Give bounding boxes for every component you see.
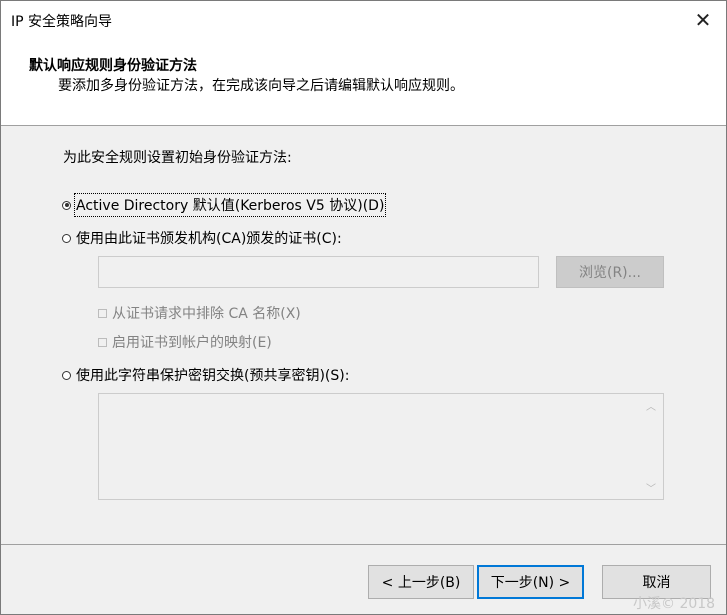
close-icon[interactable]: ✕ [680, 1, 726, 39]
checkbox-cert-mapping [98, 337, 107, 347]
intro-text: 为此安全规则设置初始身份验证方法: [63, 150, 292, 166]
wizard-header: 默认响应规则身份验证方法 要添加多身份验证方法，在完成该向导之后请编辑默认响应规… [1, 39, 726, 126]
back-button[interactable]: < 上一步(B) [368, 565, 474, 599]
check-exclude-ca: 从证书请求中排除 CA 名称(X) [98, 303, 301, 323]
scroll-down-icon: ﹀ [646, 484, 656, 495]
page-title: 默认响应规则身份验证方法 [29, 58, 197, 74]
option-active-directory-label[interactable]: Active Directory 默认值(Kerberos V5 协议)(D) [73, 193, 387, 217]
window-title: IP 安全策略向导 [11, 14, 113, 30]
footer-divider [1, 544, 726, 545]
radio-certificate[interactable] [62, 233, 71, 243]
radio-active-directory[interactable] [62, 200, 71, 210]
option-certificate-label[interactable]: 使用由此证书颁发机构(CA)颁发的证书(C): [76, 228, 342, 248]
page-subtitle: 要添加多身份验证方法，在完成该向导之后请编辑默认响应规则。 [58, 78, 464, 94]
option-active-directory[interactable]: Active Directory 默认值(Kerberos V5 协议)(D) [62, 193, 387, 217]
option-preshared-key-label[interactable]: 使用此字符串保护密钥交换(预共享密钥)(S): [76, 365, 349, 385]
preshared-key-field: ︿ ﹀ [98, 393, 664, 500]
checkbox-exclude-ca [98, 308, 107, 318]
title-bar: IP 安全策略向导 ✕ [1, 1, 726, 39]
radio-preshared-key[interactable] [62, 370, 71, 380]
check-cert-mapping: 启用证书到帐户的映射(E) [98, 332, 272, 352]
certificate-field [98, 256, 539, 288]
option-preshared-key[interactable]: 使用此字符串保护密钥交换(预共享密钥)(S): [62, 365, 349, 385]
wizard-window: IP 安全策略向导 ✕ 默认响应规则身份验证方法 要添加多身份验证方法，在完成该… [0, 0, 727, 615]
watermark: 小溪© 2018 [633, 596, 716, 612]
option-certificate[interactable]: 使用由此证书颁发机构(CA)颁发的证书(C): [62, 228, 342, 248]
scroll-up-icon: ︿ [646, 402, 656, 413]
check-cert-mapping-label: 启用证书到帐户的映射(E) [112, 335, 272, 351]
next-button[interactable]: 下一步(N) > [477, 565, 584, 599]
browse-button: 浏览(R)... [556, 256, 664, 288]
check-exclude-ca-label: 从证书请求中排除 CA 名称(X) [112, 306, 301, 322]
